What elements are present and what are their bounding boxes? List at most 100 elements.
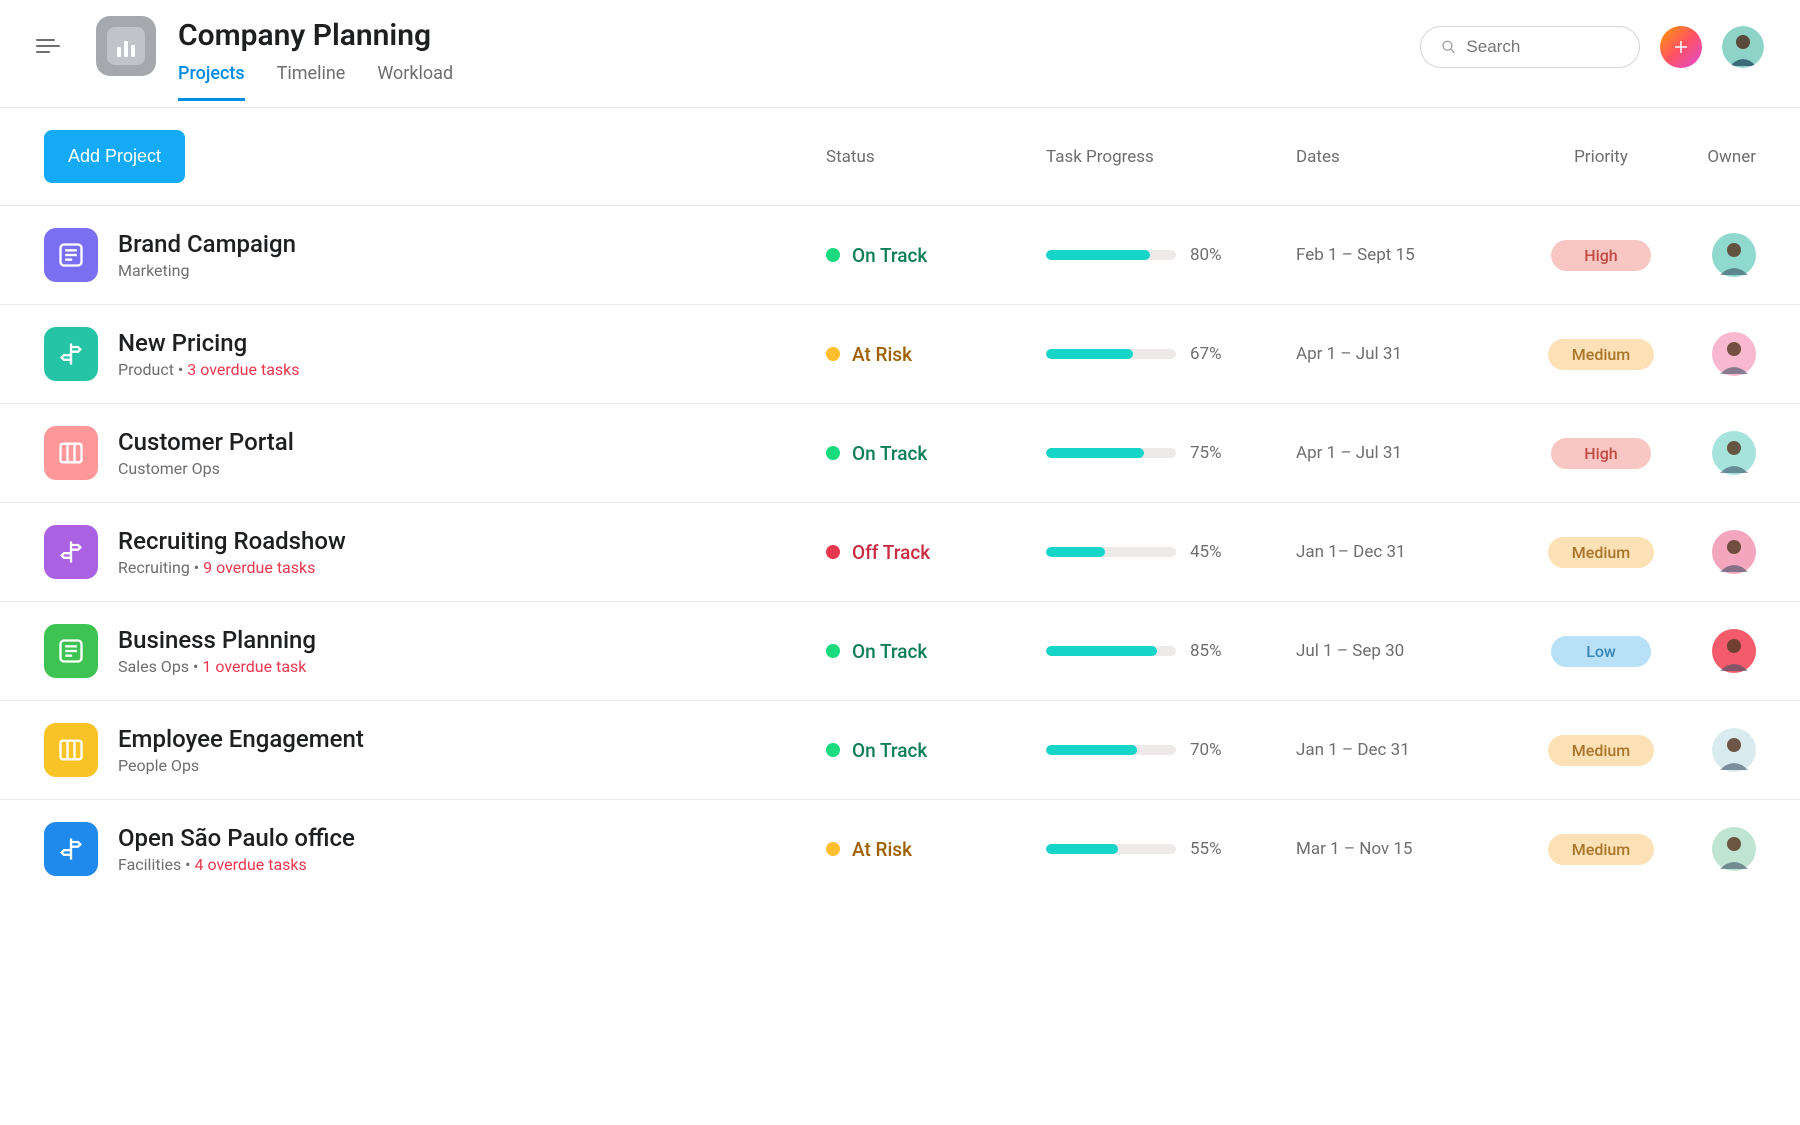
tab-workload[interactable]: Workload (377, 63, 453, 101)
priority-cell[interactable]: High (1516, 240, 1686, 271)
project-icon (44, 624, 98, 678)
list-header-row: Add Project Status Task Progress Dates P… (0, 108, 1800, 205)
priority-cell[interactable]: High (1516, 438, 1686, 469)
project-row[interactable]: Employee Engagement People Ops On Track 70%… (0, 700, 1800, 799)
project-title-block: Open São Paulo office Facilities • 4 over… (118, 824, 826, 874)
status-dot-icon (826, 347, 840, 361)
project-row[interactable]: Recruiting RoadshowRecruiting • 9 overdu… (0, 502, 1800, 601)
status-cell[interactable]: On Track (826, 244, 1046, 267)
tab-projects[interactable]: Projects (178, 63, 245, 101)
project-row[interactable]: Brand Campaign Marketing On Track 80%Feb 1 … (0, 205, 1800, 304)
dates-cell[interactable]: Jan 1– Dec 31 (1296, 542, 1516, 562)
column-header-owner[interactable]: Owner (1686, 147, 1756, 167)
owner-cell[interactable] (1686, 629, 1756, 673)
status-label: Off Track (852, 541, 930, 564)
owner-avatar[interactable] (1712, 728, 1756, 772)
progress-cell[interactable]: 55% (1046, 839, 1296, 859)
project-team: Facilities (118, 855, 181, 874)
column-header-status[interactable]: Status (826, 147, 1046, 167)
plus-icon (1672, 38, 1690, 56)
status-label: On Track (852, 244, 927, 267)
owner-avatar[interactable] (1712, 530, 1756, 574)
project-icon (44, 327, 98, 381)
dates-cell[interactable]: Feb 1 – Sept 15 (1296, 245, 1516, 265)
project-subtitle: Product • 3 overdue tasks (118, 360, 826, 379)
status-cell[interactable]: At Risk (826, 838, 1046, 861)
dates-cell[interactable]: Mar 1 – Nov 15 (1296, 839, 1516, 859)
priority-cell[interactable]: Medium (1516, 339, 1686, 370)
project-row[interactable]: Open São Paulo office Facilities • 4 over… (0, 799, 1800, 898)
owner-avatar[interactable] (1712, 827, 1756, 871)
owner-avatar[interactable] (1712, 629, 1756, 673)
search-input[interactable] (1420, 26, 1640, 68)
progress-bar (1046, 646, 1176, 656)
tab-timeline[interactable]: Timeline (277, 63, 346, 101)
progress-percent: 70% (1190, 740, 1222, 760)
status-cell[interactable]: On Track (826, 640, 1046, 663)
priority-cell[interactable]: Medium (1516, 537, 1686, 568)
progress-bar (1046, 349, 1176, 359)
dates-cell[interactable]: Apr 1 – Jul 31 (1296, 443, 1516, 463)
search-field[interactable] (1466, 37, 1619, 57)
project-row[interactable]: Business PlanningSales Ops • 1 overdue t… (0, 601, 1800, 700)
owner-cell[interactable] (1686, 827, 1756, 871)
owner-cell[interactable] (1686, 332, 1756, 376)
priority-pill: Medium (1548, 834, 1655, 865)
project-row[interactable]: Customer Portal Customer Ops On Track 75% Ap… (0, 403, 1800, 502)
project-team: People Ops (118, 756, 199, 775)
project-team: Product (118, 360, 174, 379)
project-name: Employee Engagement (118, 725, 826, 753)
priority-pill: Low (1551, 636, 1651, 667)
status-cell[interactable]: On Track (826, 739, 1046, 762)
progress-cell[interactable]: 75% (1046, 443, 1296, 463)
progress-cell[interactable]: 67% (1046, 344, 1296, 364)
owner-cell[interactable] (1686, 728, 1756, 772)
owner-cell[interactable] (1686, 431, 1756, 475)
priority-pill: Medium (1548, 339, 1655, 370)
status-cell[interactable]: Off Track (826, 541, 1046, 564)
owner-cell[interactable] (1686, 530, 1756, 574)
project-name: Open São Paulo office (118, 824, 826, 852)
dates-cell[interactable]: Apr 1 – Jul 31 (1296, 344, 1516, 364)
dates-cell[interactable]: Jan 1 – Dec 31 (1296, 740, 1516, 760)
priority-cell[interactable]: Low (1516, 636, 1686, 667)
status-label: On Track (852, 442, 927, 465)
progress-cell[interactable]: 80% (1046, 245, 1296, 265)
priority-cell[interactable]: Medium (1516, 735, 1686, 766)
progress-percent: 75% (1190, 443, 1222, 463)
priority-cell[interactable]: Medium (1516, 834, 1686, 865)
project-name: Brand Campaign (118, 230, 826, 258)
project-title-block: Recruiting RoadshowRecruiting • 9 overdu… (118, 527, 826, 577)
owner-avatar[interactable] (1712, 332, 1756, 376)
hamburger-menu-icon[interactable] (36, 34, 60, 58)
dates-cell[interactable]: Jul 1 – Sep 30 (1296, 641, 1516, 661)
project-subtitle: People Ops (118, 756, 826, 775)
project-name: Customer Portal (118, 428, 826, 456)
project-icon (44, 723, 98, 777)
owner-avatar[interactable] (1712, 431, 1756, 475)
overdue-indicator: 1 overdue task (202, 657, 306, 676)
title-block: Company Planning ProjectsTimelineWorkloa… (178, 16, 1420, 101)
progress-bar (1046, 844, 1176, 854)
project-title-block: Customer Portal Customer Ops (118, 428, 826, 478)
status-cell[interactable]: At Risk (826, 343, 1046, 366)
progress-cell[interactable]: 85% (1046, 641, 1296, 661)
status-cell[interactable]: On Track (826, 442, 1046, 465)
project-subtitle: Customer Ops (118, 459, 826, 478)
column-header-priority[interactable]: Priority (1516, 147, 1686, 167)
column-header-dates[interactable]: Dates (1296, 147, 1516, 167)
owner-cell[interactable] (1686, 233, 1756, 277)
tabs: Projects Timeline Workload (178, 63, 1420, 101)
column-header-progress[interactable]: Task Progress (1046, 147, 1296, 167)
project-subtitle: Facilities • 4 overdue tasks (118, 855, 826, 874)
add-project-button[interactable]: Add Project (44, 130, 185, 183)
owner-avatar[interactable] (1712, 233, 1756, 277)
progress-cell[interactable]: 70% (1046, 740, 1296, 760)
progress-percent: 85% (1190, 641, 1222, 661)
progress-cell[interactable]: 45% (1046, 542, 1296, 562)
user-avatar[interactable] (1722, 26, 1764, 68)
global-add-button[interactable] (1660, 26, 1702, 68)
project-row[interactable]: New PricingProduct • 3 overdue tasksAt R… (0, 304, 1800, 403)
project-subtitle: Marketing (118, 261, 826, 280)
overdue-indicator: 4 overdue tasks (195, 855, 307, 874)
